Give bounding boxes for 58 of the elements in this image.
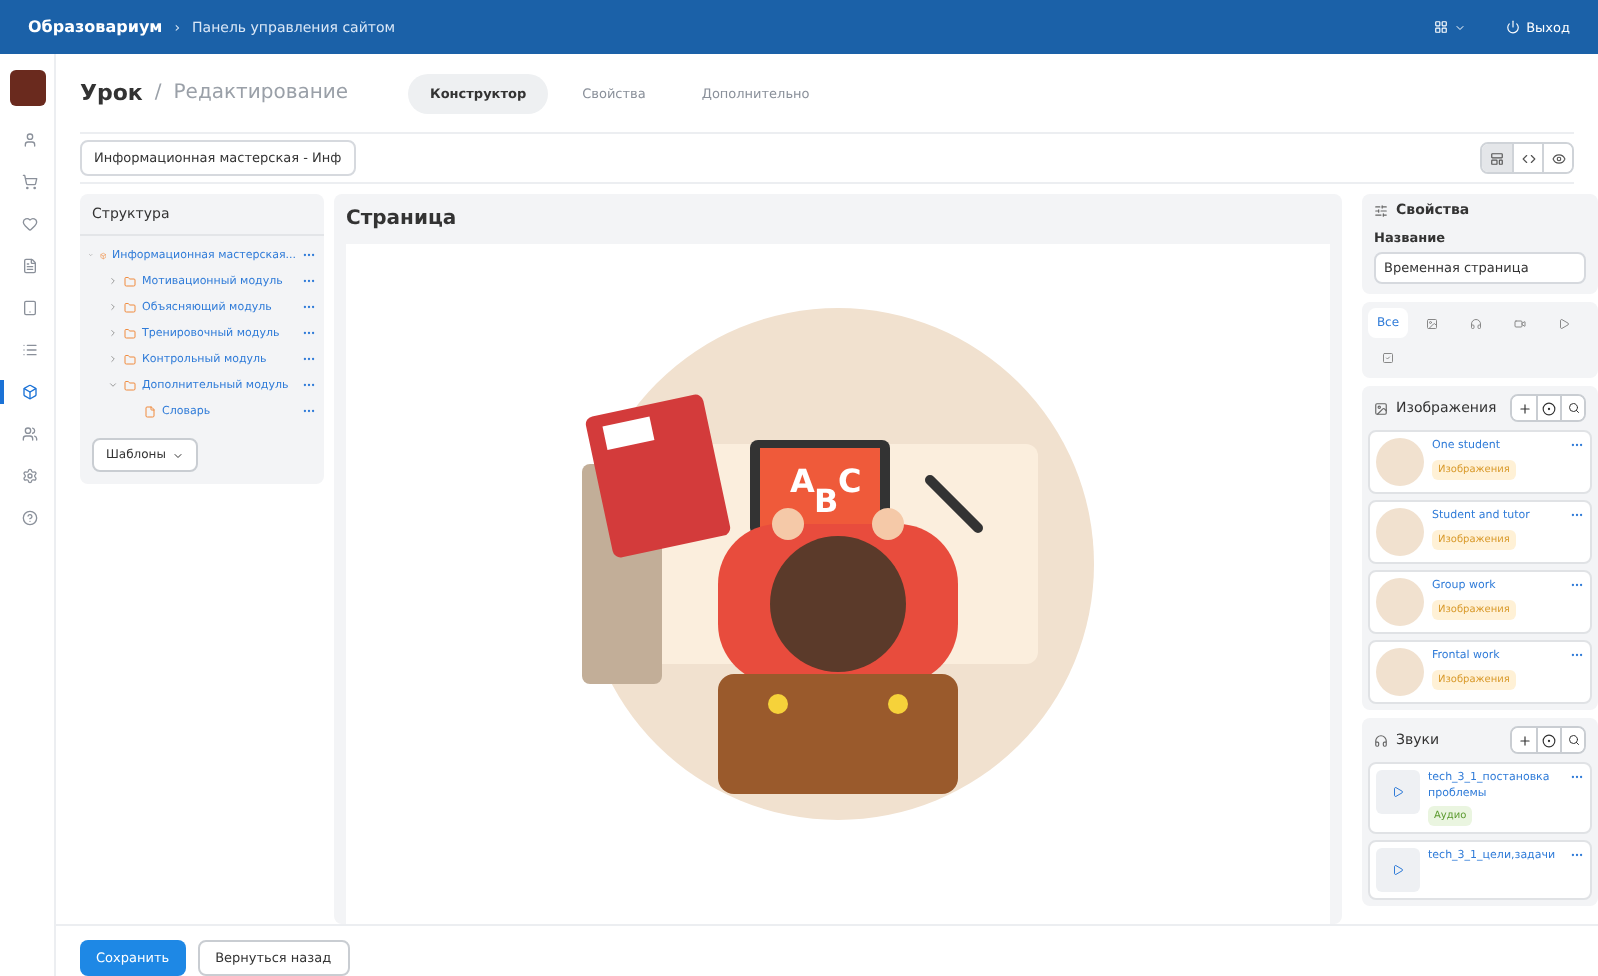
more-icon[interactable] [302,326,316,340]
more-icon[interactable] [1570,438,1584,452]
caret-icon[interactable] [108,302,118,312]
sliders-icon [1374,203,1388,217]
layout-view-button[interactable] [1482,144,1512,172]
more-icon[interactable] [302,300,316,314]
chevron-down-icon [171,449,184,461]
circle-dot-icon [1542,401,1556,415]
title-slash: / [154,82,162,104]
folder-icon [124,379,136,391]
settings-button[interactable] [1536,396,1560,420]
more-icon[interactable] [1570,648,1584,662]
headphones-icon [1374,733,1388,747]
folder-icon [124,353,136,365]
folder-icon [124,301,136,313]
search-icon [1567,734,1579,746]
grid-icon [1434,20,1449,34]
more-icon[interactable] [302,404,316,418]
box-icon [99,249,107,261]
more-icon[interactable] [302,352,316,366]
plus-icon [1517,733,1531,747]
thumbnail-placeholder [1376,648,1424,696]
page-title: Урок [80,80,143,106]
thumbnail-placeholder [1376,508,1424,556]
more-icon[interactable] [1570,770,1584,784]
settings-button[interactable] [1536,728,1560,752]
more-icon[interactable] [302,248,316,262]
search-icon [1567,402,1579,414]
search-button[interactable] [1560,728,1584,752]
search-button[interactable] [1560,396,1584,420]
plus-icon [1517,401,1531,415]
folder-icon [124,327,136,339]
thumbnail-placeholder [1376,438,1424,486]
more-icon[interactable] [1570,578,1584,592]
apps-menu-button[interactable] [1434,20,1467,34]
caret-icon[interactable] [108,328,118,338]
layout-icon [1490,151,1504,165]
circle-dot-icon [1542,733,1556,747]
page-subtitle: Редактирование [173,82,349,104]
more-icon[interactable] [302,274,316,288]
caret-icon[interactable] [108,276,118,286]
folder-icon [124,275,136,287]
brand-name[interactable]: Образовариум [28,18,163,36]
eye-icon [1551,151,1565,165]
more-icon[interactable] [302,378,316,392]
file-icon [144,405,156,417]
thumbnail-placeholder [1376,578,1424,626]
code-icon [1521,151,1535,165]
more-icon[interactable] [1570,508,1584,522]
image-icon [1374,401,1388,415]
panel-title: Страница [344,206,459,234]
caret-icon[interactable] [108,354,118,364]
power-icon [1506,20,1521,34]
code-view-button[interactable] [1512,144,1542,172]
eye-view-button[interactable] [1542,144,1572,172]
avatar-placeholder[interactable] [9,70,45,106]
caret-icon[interactable] [108,380,118,390]
chevron-down-icon [1454,21,1467,33]
